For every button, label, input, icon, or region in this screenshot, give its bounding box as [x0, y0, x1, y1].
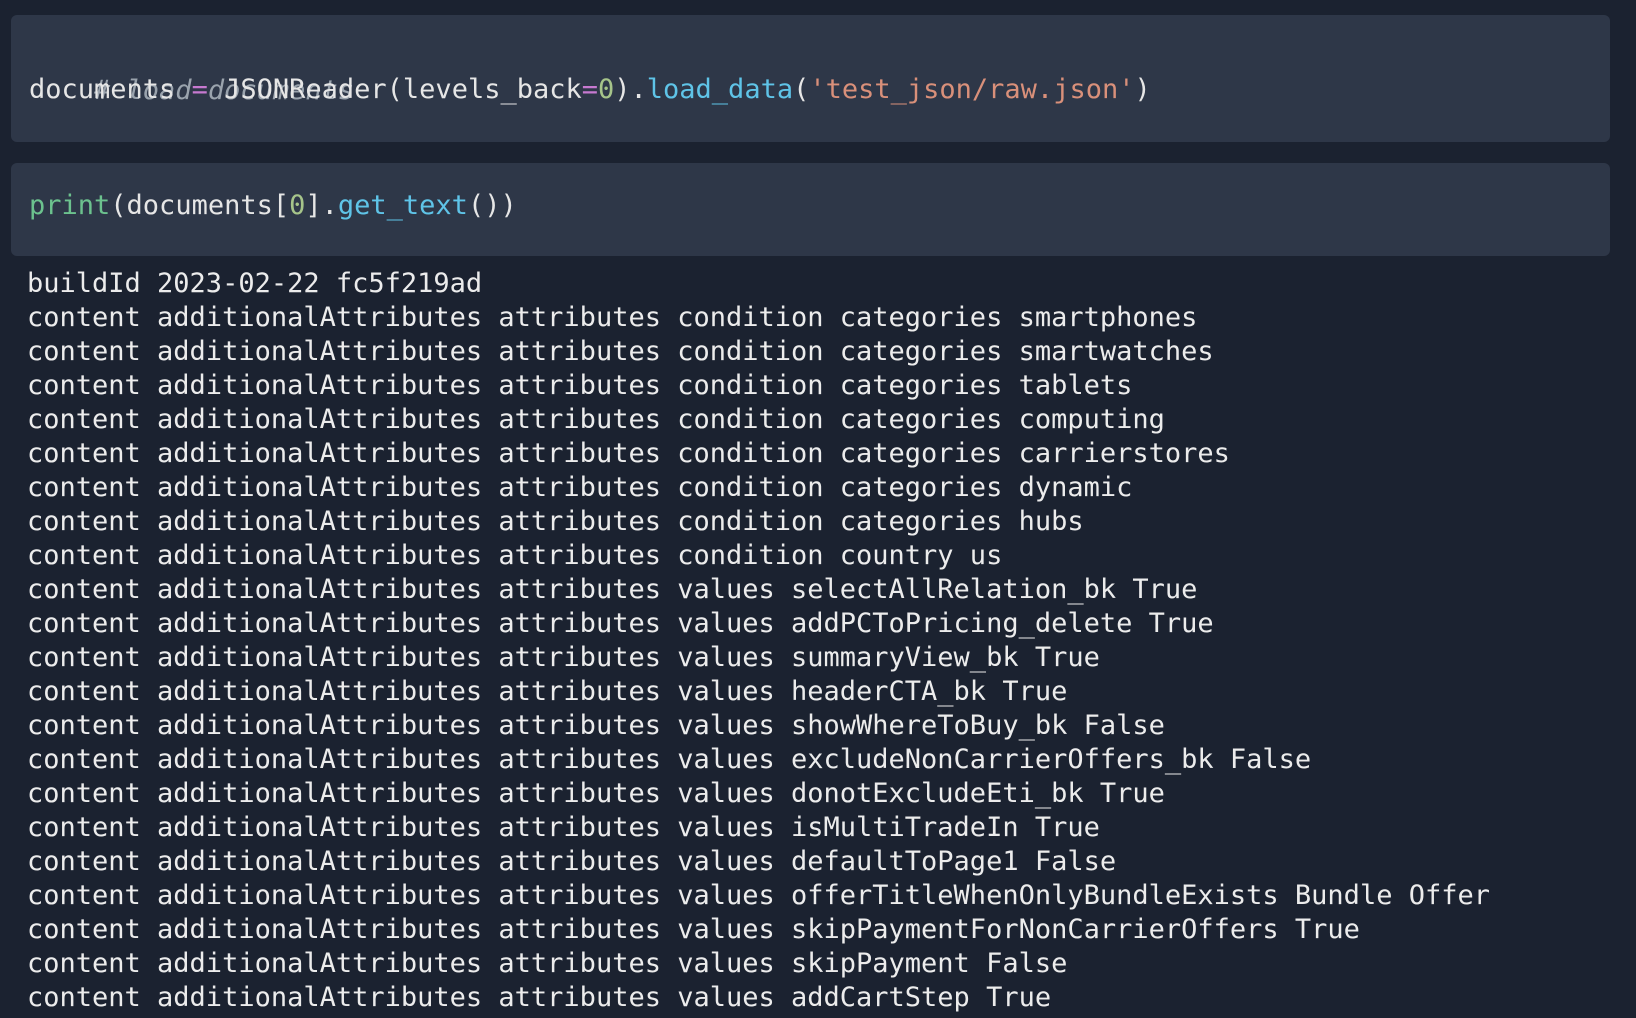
close-paren: ) [1134, 74, 1151, 105]
output-line: buildId 2023-02-22 fc5f219ad [27, 268, 483, 299]
output-line: content additionalAttributes attributes … [27, 880, 1490, 911]
keyword-equals: = [581, 74, 598, 105]
code-cell-print-text[interactable]: print(documents[0].get_text()) [11, 163, 1610, 256]
output-line: content additionalAttributes attributes … [27, 540, 1003, 571]
code-assignment-line: documents = JSONReader(levels_back=0).lo… [29, 73, 1151, 107]
index-close-dot: ]. [305, 190, 338, 221]
output-line: content additionalAttributes attributes … [27, 846, 1117, 877]
class-jsonreader: JSONReader [224, 74, 387, 105]
code-cell-load-documents[interactable]: # load documents documents = JSONReader(… [11, 15, 1610, 142]
output-line: content additionalAttributes attributes … [27, 676, 1068, 707]
output-line: content additionalAttributes attributes … [27, 302, 1198, 333]
code-comment-line: # load documents [29, 40, 354, 106]
output-line: content additionalAttributes attributes … [27, 744, 1312, 775]
code-print-line: print(documents[0].get_text()) [29, 189, 517, 223]
output-line: content additionalAttributes attributes … [27, 608, 1214, 639]
close-parens: ()) [467, 190, 517, 221]
open-paren: ( [793, 74, 810, 105]
assign-operator: = [175, 74, 225, 105]
string-literal-path: 'test_json/raw.json' [809, 74, 1135, 105]
cell-output: buildId 2023-02-22 fc5f219ad content add… [27, 267, 1617, 1015]
output-line: content additionalAttributes attributes … [27, 574, 1198, 605]
output-line: content additionalAttributes attributes … [27, 404, 1165, 435]
output-line: content additionalAttributes attributes … [27, 982, 1052, 1013]
variable-documents-index: documents[ [126, 190, 290, 221]
output-line: content additionalAttributes attributes … [27, 914, 1360, 945]
output-line: content additionalAttributes attributes … [27, 336, 1214, 367]
variable-documents: documents [29, 74, 176, 105]
keyword-arg-name: levels_back [402, 74, 582, 105]
close-paren-dot: ). [614, 74, 647, 105]
builtin-print: print [29, 190, 111, 221]
output-line: content additionalAttributes attributes … [27, 370, 1133, 401]
output-line: content additionalAttributes attributes … [27, 948, 1068, 979]
number-literal: 0 [289, 190, 306, 221]
output-line: content additionalAttributes attributes … [27, 812, 1100, 843]
output-line: content additionalAttributes attributes … [27, 710, 1165, 741]
open-paren: ( [386, 74, 403, 105]
number-literal: 0 [598, 74, 615, 105]
output-line: content additionalAttributes attributes … [27, 506, 1084, 537]
open-paren: ( [110, 190, 127, 221]
output-line: content additionalAttributes attributes … [27, 472, 1133, 503]
output-line: content additionalAttributes attributes … [27, 438, 1230, 469]
method-load-data: load_data [646, 74, 794, 105]
output-line: content additionalAttributes attributes … [27, 778, 1165, 809]
method-get-text: get_text [337, 190, 468, 221]
output-line: content additionalAttributes attributes … [27, 642, 1100, 673]
